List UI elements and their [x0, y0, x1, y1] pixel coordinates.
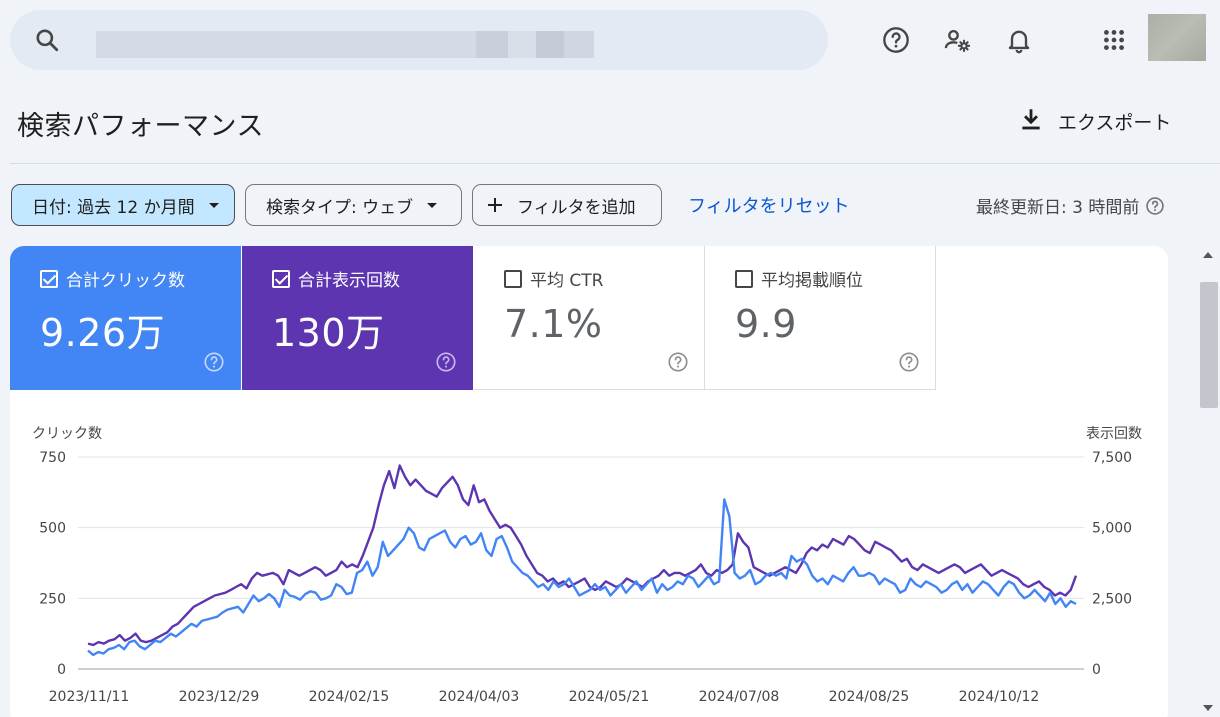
performance-card: 合計クリック数 9.26万 合計表示回数 130万 平均 CTR 7.1% 平均…	[10, 246, 1168, 717]
apps-icon[interactable]	[1099, 25, 1129, 55]
manage-accounts-icon[interactable]	[942, 25, 972, 55]
y-tick-label-left: 500	[39, 521, 66, 537]
help-icon[interactable]	[1145, 196, 1165, 216]
reset-filters-link[interactable]: フィルタをリセット	[688, 192, 850, 218]
y-tick-label-right: 7,500	[1092, 450, 1132, 466]
chevron-down-icon	[427, 202, 438, 208]
scroll-down-icon[interactable]	[1203, 705, 1213, 711]
search-blurred-text	[508, 31, 536, 58]
export-label: エクスポート	[1058, 111, 1172, 134]
avatar[interactable]	[1148, 14, 1206, 61]
y-tick-label-left: 250	[39, 591, 66, 607]
add-filter-label: フィルタを追加	[517, 197, 636, 218]
last-updated-text: 最終更新日: 3 時間前	[976, 198, 1140, 218]
x-tick-label: 2024/08/25	[829, 689, 910, 705]
x-tick-label: 2023/12/29	[179, 689, 260, 705]
search-icon[interactable]	[34, 27, 60, 53]
scrollbar-thumb[interactable]	[1200, 282, 1218, 408]
x-tick-label: 2024/05/21	[569, 689, 650, 705]
search-blurred-text	[96, 31, 476, 58]
search-type-chip[interactable]: 検索タイプ: ウェブ	[245, 184, 462, 226]
search-type-label: 検索タイプ: ウェブ	[266, 197, 414, 218]
add-filter-button[interactable]: フィルタを追加	[472, 184, 662, 226]
y-tick-label-left: 750	[39, 450, 66, 466]
x-tick-label: 2024/02/15	[309, 689, 390, 705]
x-tick-label: 2024/07/08	[699, 689, 780, 705]
scroll-up-icon[interactable]	[1203, 252, 1213, 258]
x-tick-label: 2024/10/12	[959, 689, 1040, 705]
search-blurred-text	[476, 31, 508, 58]
download-icon	[1018, 106, 1044, 137]
performance-chart[interactable]: 0 0 250 2,500 500 5,000 750 7,500 2023/11/11 2023…	[10, 246, 1168, 717]
chevron-down-icon	[208, 202, 219, 208]
y-tick-label-left: 0	[57, 662, 66, 678]
date-filter-label: 日付: 過去 12 か月間	[32, 197, 195, 218]
clicks-series-line	[87, 498, 1077, 657]
export-button[interactable]: エクスポート	[1018, 104, 1171, 138]
help-icon[interactable]	[881, 25, 911, 55]
y-tick-label-right: 5,000	[1092, 521, 1132, 537]
search-blurred-text	[536, 31, 564, 58]
impressions-series-line	[87, 464, 1078, 647]
last-updated: 最終更新日: 3 時間前	[976, 193, 1165, 218]
x-tick-label: 2023/11/11	[49, 689, 130, 705]
search-blurred-text	[564, 31, 594, 58]
notifications-icon[interactable]	[1004, 25, 1034, 55]
date-filter-chip[interactable]: 日付: 過去 12 か月間	[11, 184, 235, 226]
y-tick-label-right: 2,500	[1092, 591, 1132, 607]
page-title: 検索パフォーマンス	[17, 111, 264, 142]
x-tick-label: 2024/04/03	[439, 689, 520, 705]
divider	[10, 163, 1220, 164]
y-tick-label-right: 0	[1092, 662, 1101, 678]
plus-icon	[485, 195, 505, 215]
